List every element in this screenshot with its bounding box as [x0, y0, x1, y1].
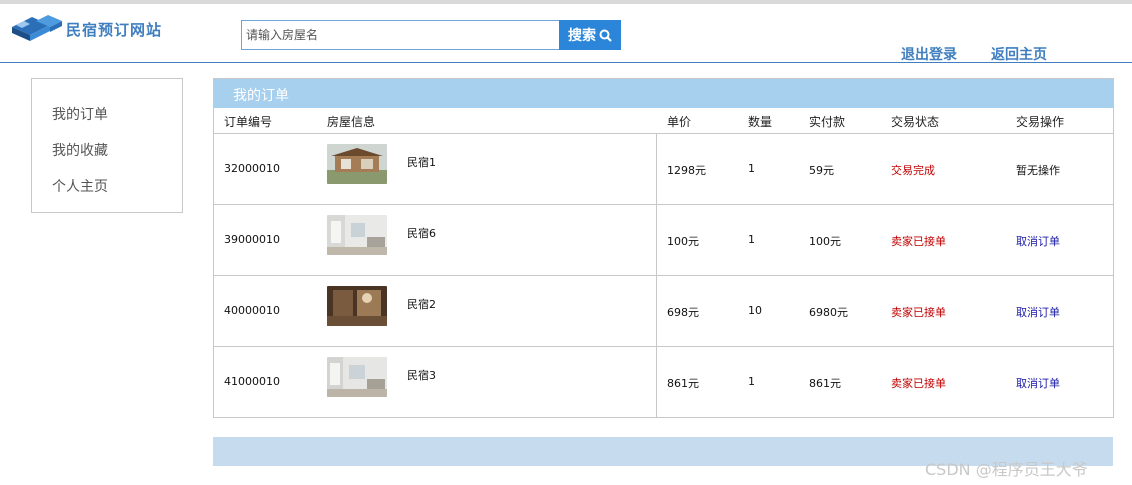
- column-divider: [656, 276, 657, 347]
- column-header-action: 交易操作: [1016, 115, 1065, 129]
- order-status: 卖家已接单: [891, 235, 946, 248]
- watermark: CSDN @程序员王大爷: [925, 460, 1088, 479]
- order-action-text: 暂无操作: [1016, 164, 1060, 177]
- amount-paid: 6980元: [809, 306, 848, 319]
- logo-blocks-icon: [12, 15, 62, 41]
- unit-price: 698元: [667, 306, 699, 319]
- order-status: 卖家已接单: [891, 377, 946, 390]
- cancel-order-link[interactable]: 取消订单: [1016, 304, 1060, 320]
- column-divider: [656, 134, 657, 205]
- house-name[interactable]: 民宿2: [407, 296, 436, 312]
- order-id: 41000010: [224, 375, 280, 388]
- table-row: 39000010 民宿6 100元 1 100元 卖家已接单 取消订单: [214, 204, 1113, 276]
- table-row: 41000010 民宿3 861元 1 861元 卖家已接单 取消订单: [214, 346, 1113, 418]
- sidebar-item-profile[interactable]: 个人主页: [52, 176, 108, 196]
- sidebar-item-my-favorites[interactable]: 我的收藏: [52, 140, 108, 160]
- amount-paid: 861元: [809, 377, 841, 390]
- house-name[interactable]: 民宿3: [407, 367, 436, 383]
- column-header-quantity: 数量: [748, 115, 773, 129]
- order-id: 32000010: [224, 162, 280, 175]
- order-id: 40000010: [224, 304, 280, 317]
- house-thumbnail[interactable]: [327, 144, 387, 184]
- orders-title: 我的订单: [233, 88, 289, 104]
- unit-price: 100元: [667, 235, 699, 248]
- amount-paid: 100元: [809, 235, 841, 248]
- column-header-order-id: 订单编号: [224, 115, 273, 129]
- quantity: 10: [748, 304, 762, 317]
- cancel-order-link[interactable]: 取消订单: [1016, 233, 1060, 249]
- column-divider: [656, 205, 657, 276]
- house-thumbnail[interactable]: [327, 215, 387, 255]
- column-header-amount-paid: 实付款: [809, 115, 846, 129]
- logout-link[interactable]: 退出登录: [901, 44, 957, 64]
- quantity: 1: [748, 162, 755, 175]
- house-name[interactable]: 民宿1: [407, 154, 436, 170]
- column-header-unit-price: 单价: [667, 115, 692, 129]
- sidebar: 我的订单 我的收藏 个人主页: [31, 78, 183, 213]
- search-button[interactable]: 搜索: [559, 20, 621, 50]
- sidebar-item-my-orders[interactable]: 我的订单: [52, 104, 108, 124]
- table-row: 32000010 民宿1 1298元 1 59元 交易完成 暂无操作: [214, 133, 1113, 205]
- order-id: 39000010: [224, 233, 280, 246]
- house-thumbnail[interactable]: [327, 357, 387, 397]
- unit-price: 1298元: [667, 164, 706, 177]
- column-divider: [656, 347, 657, 418]
- order-status: 卖家已接单: [891, 306, 946, 319]
- home-link[interactable]: 返回主页: [991, 44, 1047, 64]
- orders-panel: 我的订单 订单编号 房屋信息 单价 数量 实付款 交易状态 交易操作 32000…: [213, 78, 1114, 418]
- order-status: 交易完成: [891, 164, 935, 177]
- search-icon: [599, 29, 612, 42]
- quantity: 1: [748, 233, 755, 246]
- orders-panel-header: 我的订单: [214, 79, 1113, 108]
- table-row: 40000010 民宿2 698元 10 6980元 卖家已接单 取消订单: [214, 275, 1113, 347]
- house-thumbnail[interactable]: [327, 286, 387, 326]
- site-logo[interactable]: 民宿预订网站: [10, 13, 170, 45]
- column-header-house-info: 房屋信息: [327, 115, 376, 129]
- quantity: 1: [748, 375, 755, 388]
- amount-paid: 59元: [809, 164, 834, 177]
- search-input[interactable]: [241, 20, 567, 50]
- cancel-order-link[interactable]: 取消订单: [1016, 375, 1060, 391]
- site-header: 民宿预订网站 搜索 退出登录 返回主页: [0, 4, 1132, 63]
- column-header-status: 交易状态: [891, 115, 940, 129]
- search-button-label: 搜索: [568, 28, 596, 44]
- unit-price: 861元: [667, 377, 699, 390]
- logo-text: 民宿预订网站: [66, 21, 163, 39]
- house-name[interactable]: 民宿6: [407, 225, 436, 241]
